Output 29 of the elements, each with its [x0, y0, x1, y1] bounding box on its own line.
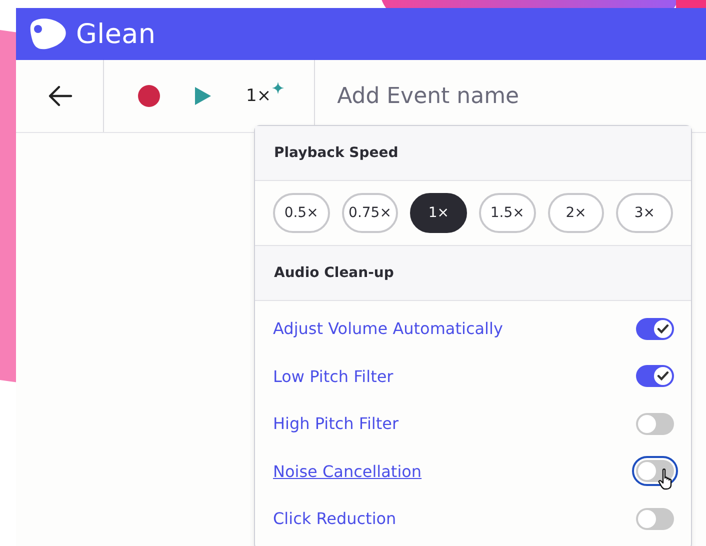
option-label: Click Reduction [273, 509, 396, 528]
speed-option[interactable]: 1× [410, 193, 468, 233]
toggle-switch[interactable] [636, 318, 674, 340]
section-title: Playback Speed [274, 145, 398, 161]
option-label: Adjust Volume Automatically [273, 319, 503, 338]
speed-option[interactable]: 0.5× [273, 193, 330, 233]
sparkle-icon [272, 82, 284, 94]
record-button[interactable] [138, 85, 160, 107]
check-icon [657, 371, 669, 382]
logo-icon [28, 17, 68, 51]
speed-option[interactable]: 0.75× [342, 193, 398, 233]
option-label: Low Pitch Filter [273, 366, 394, 386]
app-name: Glean [76, 18, 156, 50]
toggle-switch[interactable] [636, 365, 674, 388]
speed-option[interactable]: 2× [548, 193, 604, 233]
option-label: Noise Cancellation [273, 462, 422, 481]
speed-button[interactable]: 1× [246, 86, 284, 106]
section-title: Audio Clean-up [274, 265, 394, 281]
option-label: High Pitch Filter [273, 414, 399, 434]
record-icon [138, 85, 160, 107]
speed-option[interactable]: 3× [616, 193, 674, 233]
play-button[interactable] [194, 86, 212, 106]
speed-option[interactable]: 1.5× [479, 193, 536, 233]
toggle-switch[interactable] [636, 508, 674, 530]
check-icon [657, 324, 669, 334]
back-arrow-icon [46, 85, 72, 107]
play-icon [194, 86, 212, 106]
toggle-switch[interactable] [636, 412, 674, 435]
event-name-field[interactable]: Add Event name [337, 84, 638, 108]
